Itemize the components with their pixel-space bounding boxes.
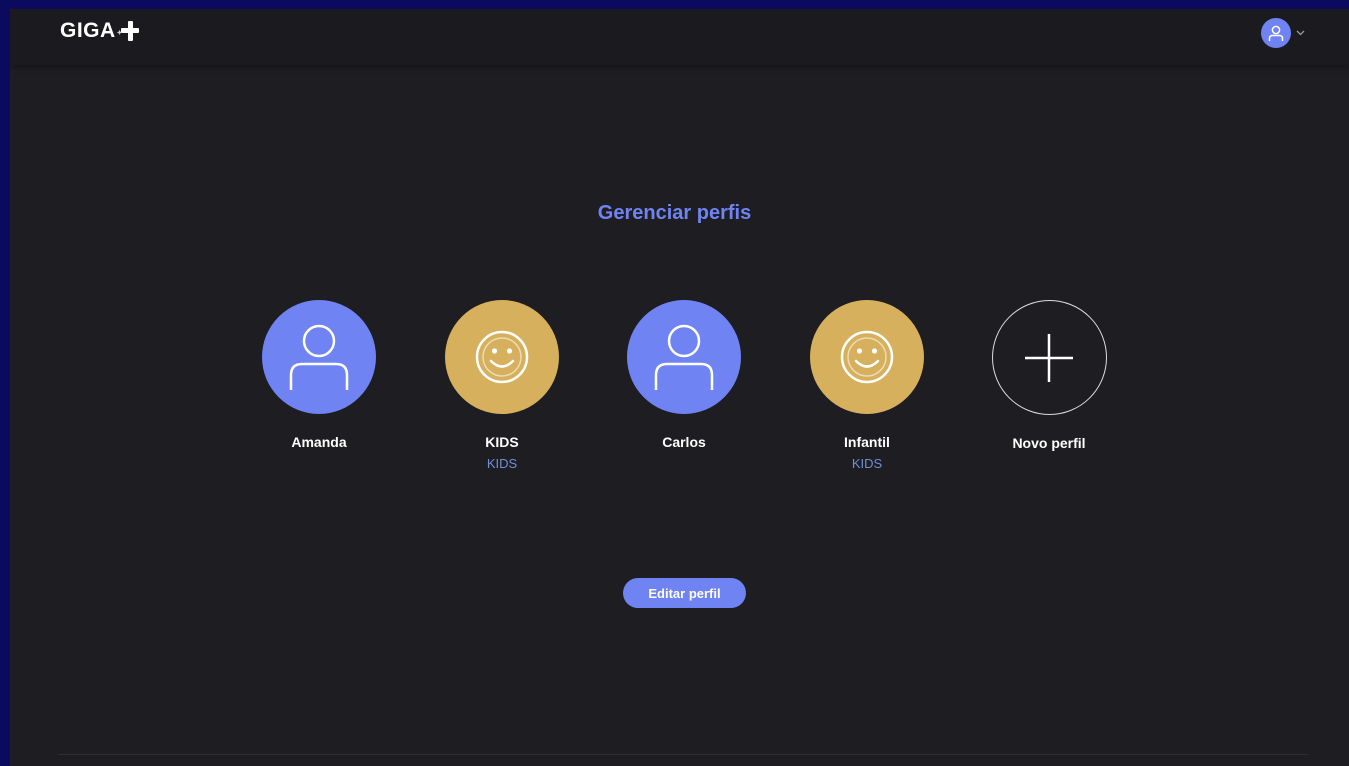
plus-icon	[1025, 333, 1073, 382]
plus-icon: ✦	[117, 20, 143, 42]
profile-name: Novo perfil	[1012, 435, 1086, 451]
profile-card-infantil[interactable]: Infantil KIDS	[797, 300, 937, 471]
footer-divider	[58, 754, 1308, 755]
top-bar: GIGA ✦	[10, 9, 1349, 65]
profile-avatar	[991, 300, 1107, 415]
account-menu[interactable]	[1261, 18, 1305, 48]
profile-avatar	[810, 300, 924, 414]
smiley-icon	[475, 330, 529, 384]
user-icon	[654, 324, 714, 390]
edit-profile-button[interactable]: Editar perfil	[623, 578, 746, 608]
kids-tag: KIDS	[851, 456, 883, 471]
profile-name: Infantil	[844, 434, 890, 450]
profile-name: Carlos	[662, 434, 706, 450]
app-window: GIGA ✦ Gerenciar perfis Amanda KIDS KIDS…	[10, 9, 1349, 766]
user-icon	[289, 324, 349, 390]
new-profile-button[interactable]: Novo perfil	[979, 300, 1119, 451]
profile-card-amanda[interactable]: Amanda	[249, 300, 389, 450]
profile-avatar	[627, 300, 741, 414]
logo-text: GIGA	[60, 19, 116, 42]
profile-name: KIDS	[485, 434, 519, 450]
page-title: Gerenciar perfis	[597, 202, 752, 224]
profile-avatar	[445, 300, 559, 414]
logo[interactable]: GIGA ✦	[60, 18, 143, 44]
chevron-down-icon	[1295, 28, 1305, 38]
kids-tag: KIDS	[486, 456, 518, 471]
profile-name: Amanda	[291, 434, 347, 450]
profile-card-carlos[interactable]: Carlos	[614, 300, 754, 450]
profile-avatar	[262, 300, 376, 414]
profile-card-kids[interactable]: KIDS KIDS	[432, 300, 572, 471]
smiley-icon	[840, 330, 894, 384]
user-icon	[1261, 18, 1291, 48]
